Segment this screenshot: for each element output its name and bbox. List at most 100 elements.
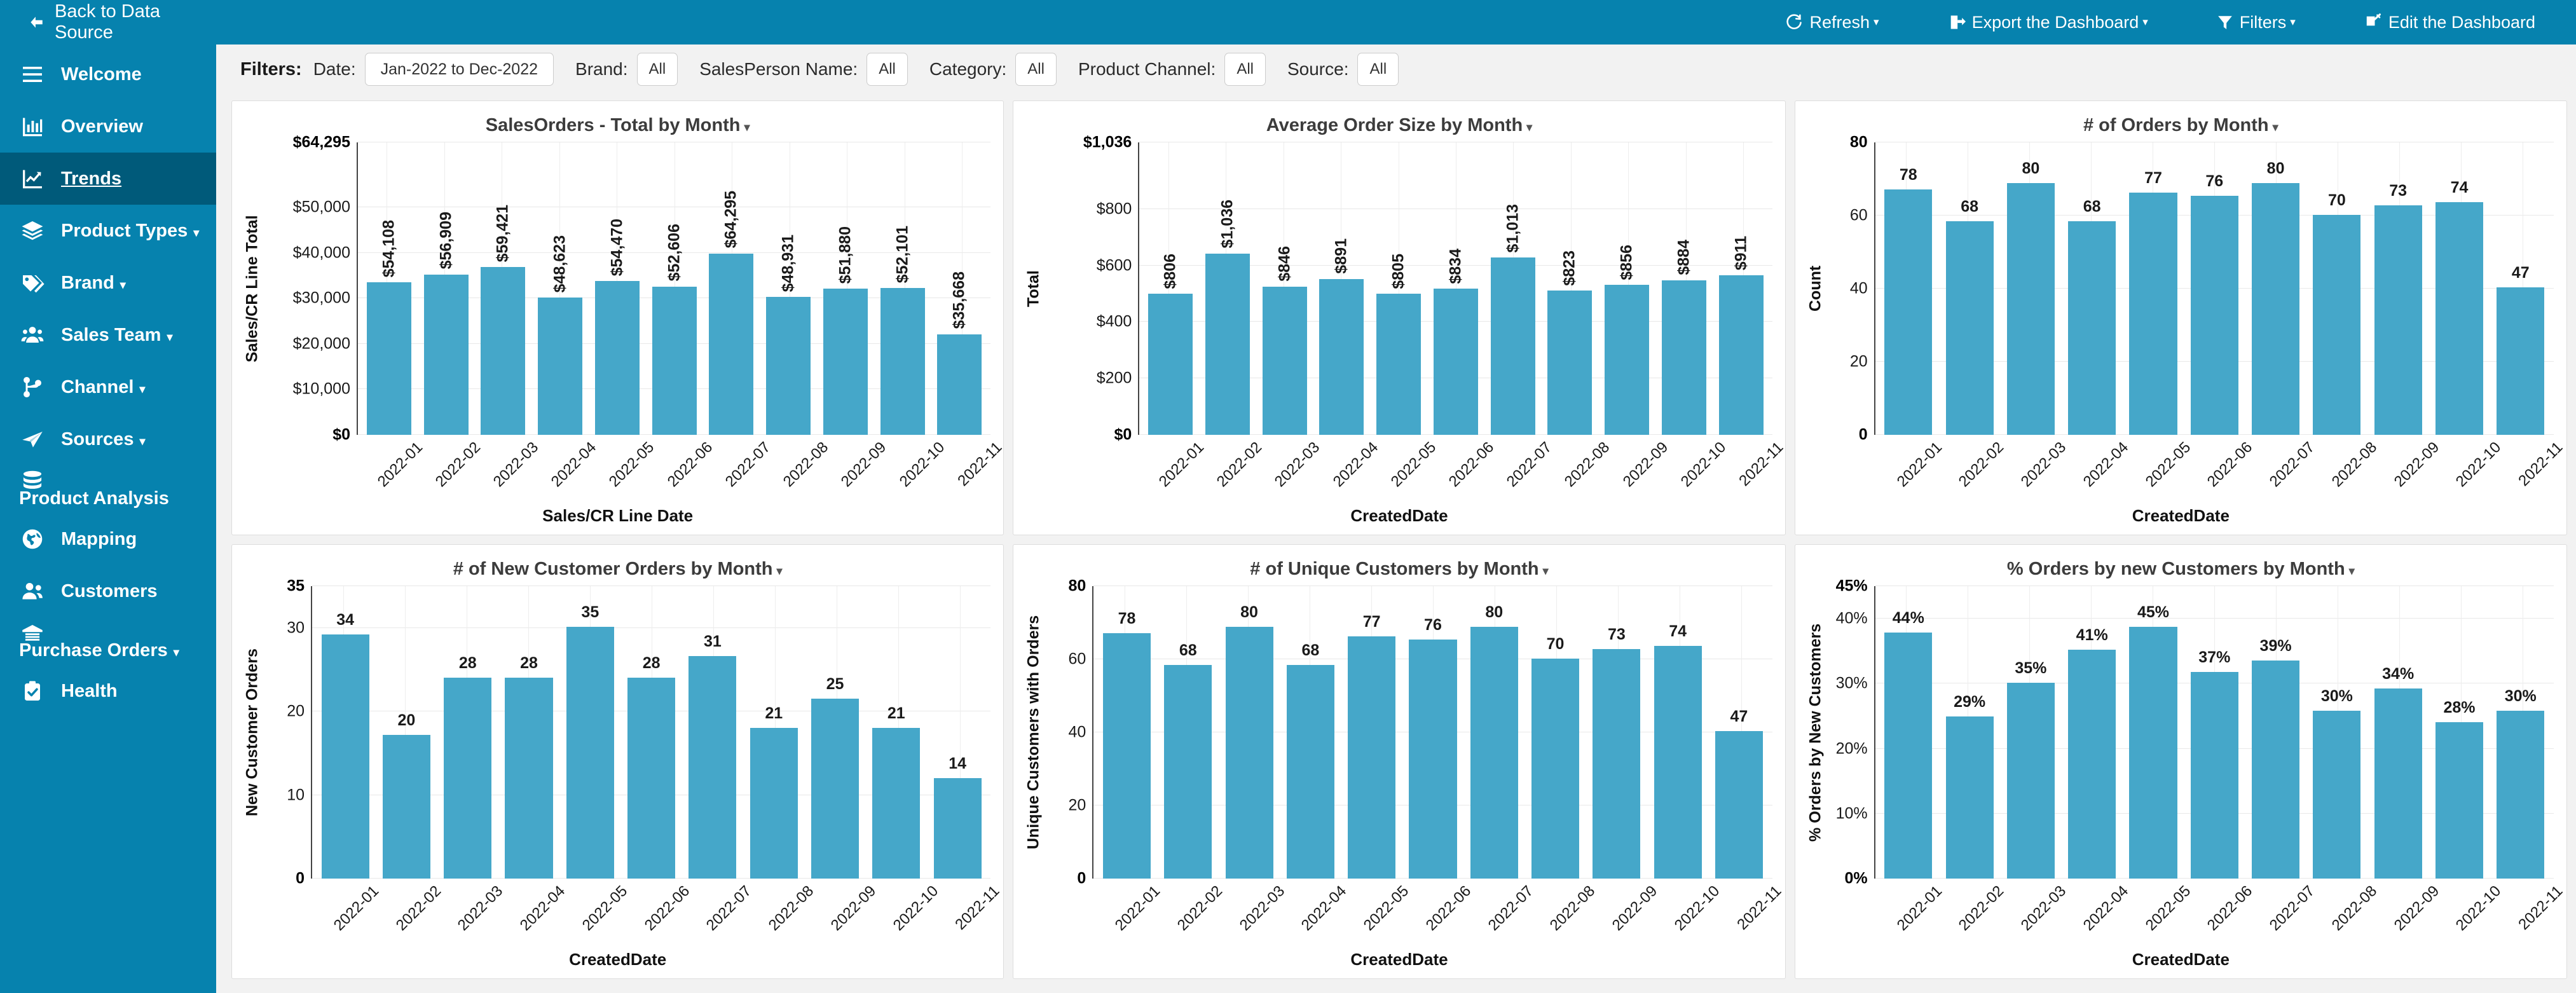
bar[interactable] [2435, 202, 2484, 435]
filter-value-salesperson-name[interactable]: All [867, 53, 908, 86]
bar[interactable] [1605, 285, 1650, 435]
bar-slot[interactable]: 21 [866, 586, 927, 879]
chart-title-percent-orders-by-new-customers-by-month[interactable]: % Orders by new Customers by Month ▾ [1802, 554, 2560, 582]
bar[interactable] [1319, 278, 1364, 435]
bar-slot[interactable]: $911 [1713, 142, 1770, 435]
bar[interactable] [709, 253, 754, 435]
bar-slot[interactable]: $834 [1427, 142, 1484, 435]
sidebar-item-trends[interactable]: Trends [0, 153, 216, 205]
bar-slot[interactable]: $64,295 [703, 142, 760, 435]
bar[interactable] [2252, 183, 2300, 435]
bar[interactable] [1348, 636, 1396, 879]
bar-slot[interactable]: $823 [1542, 142, 1599, 435]
bar[interactable] [2374, 205, 2422, 435]
bar-slot[interactable]: 78 [1096, 586, 1157, 879]
bar[interactable] [1205, 253, 1250, 435]
bar[interactable] [366, 282, 411, 435]
sidebar-item-sources[interactable]: Sources ▾ [0, 413, 216, 465]
bar[interactable] [1654, 646, 1702, 879]
bar[interactable] [1376, 294, 1422, 435]
bar-slot[interactable]: 41% [2062, 586, 2123, 879]
bar-slot[interactable]: 70 [1524, 586, 1586, 879]
bar-slot[interactable]: $54,470 [589, 142, 646, 435]
bar-slot[interactable]: 44% [1878, 586, 1939, 879]
filter-value-product-channel[interactable]: All [1224, 53, 1266, 86]
bar-slot[interactable]: 47 [2490, 142, 2551, 435]
filter-value-brand[interactable]: All [636, 53, 678, 86]
bar-slot[interactable]: 28 [437, 586, 498, 879]
bar-slot[interactable]: 70 [2306, 142, 2367, 435]
bar-slot[interactable]: $48,623 [531, 142, 589, 435]
bar-slot[interactable]: $856 [1598, 142, 1655, 435]
export-dashboard-button[interactable]: Export the Dashboard ▾ [1914, 13, 2182, 32]
bar-slot[interactable]: 76 [1402, 586, 1463, 879]
bar[interactable] [933, 777, 982, 879]
bar[interactable] [1433, 289, 1478, 435]
sidebar-item-channel[interactable]: Channel ▾ [0, 361, 216, 413]
bar[interactable] [1470, 627, 1518, 879]
bar-slot[interactable]: $59,421 [475, 142, 532, 435]
bar-slot[interactable]: 45% [2123, 586, 2184, 879]
bar-slot[interactable]: $56,909 [418, 142, 475, 435]
bar-slot[interactable]: 80 [2000, 142, 2061, 435]
bar-slot[interactable]: 28% [2429, 586, 2490, 879]
bar[interactable] [2435, 722, 2484, 879]
bar[interactable] [481, 267, 526, 435]
sidebar-item-customers[interactable]: Customers [0, 565, 216, 617]
sidebar-item-health[interactable]: Health [0, 665, 216, 717]
chart-title-sales-orders-total-by-month[interactable]: SalesOrders - Total by Month ▾ [238, 110, 997, 139]
bar[interactable] [1225, 627, 1273, 879]
bar[interactable] [1884, 189, 1933, 435]
bar-slot[interactable]: 35 [559, 586, 620, 879]
bar[interactable] [1286, 664, 1334, 879]
bar[interactable] [2252, 661, 2300, 879]
bar[interactable] [2497, 287, 2545, 435]
bar[interactable] [1547, 291, 1593, 435]
bar-slot[interactable]: 39% [2245, 586, 2306, 879]
bar[interactable] [872, 727, 921, 879]
bar-slot[interactable]: $1,013 [1484, 142, 1542, 435]
bar-slot[interactable]: $806 [1142, 142, 1199, 435]
bar-slot[interactable]: 68 [2062, 142, 2123, 435]
bar[interactable] [1531, 658, 1580, 879]
bar[interactable] [2313, 711, 2361, 879]
sidebar-item-overview[interactable]: Overview [0, 100, 216, 153]
bar-slot[interactable]: 34 [315, 586, 376, 879]
bar-slot[interactable]: $48,931 [760, 142, 817, 435]
filter-value-date[interactable]: Jan-2022 to Dec-2022 [364, 53, 554, 86]
bar[interactable] [689, 655, 737, 879]
chart-title-number-of-unique-customers-by-month[interactable]: # of Unique Customers by Month ▾ [1020, 554, 1778, 582]
bar-slot[interactable]: $884 [1655, 142, 1713, 435]
bar[interactable] [1884, 633, 1933, 879]
bar-slot[interactable]: 37% [2184, 586, 2245, 879]
bar[interactable] [2068, 221, 2116, 435]
sidebar-item-product-analysis[interactable]: Product Analysis [0, 465, 216, 513]
filter-value-source[interactable]: All [1357, 53, 1399, 86]
bar-slot[interactable]: 68 [1280, 586, 1341, 879]
bar-slot[interactable]: 25 [804, 586, 865, 879]
bar[interactable] [2190, 671, 2238, 879]
bar[interactable] [505, 677, 553, 879]
bar-slot[interactable]: 78 [1878, 142, 1939, 435]
bar-slot[interactable]: 35% [2000, 586, 2061, 879]
bar-slot[interactable]: 77 [2123, 142, 2184, 435]
bar-slot[interactable]: $846 [1256, 142, 1313, 435]
bar[interactable] [627, 677, 676, 879]
bar[interactable] [2068, 649, 2116, 879]
bar[interactable] [2006, 683, 2055, 879]
bar-slot[interactable]: $54,108 [360, 142, 418, 435]
bar-slot[interactable]: 77 [1341, 586, 1402, 879]
bar[interactable] [566, 627, 614, 879]
bar[interactable] [594, 281, 640, 435]
bar[interactable] [1718, 275, 1764, 435]
bar-slot[interactable]: 34% [2367, 586, 2429, 879]
bar[interactable] [1661, 280, 1706, 435]
sidebar-item-brand[interactable]: Brand ▾ [0, 257, 216, 309]
bar-slot[interactable]: $35,668 [931, 142, 989, 435]
bar[interactable] [2129, 627, 2177, 879]
bar[interactable] [382, 734, 430, 879]
bar-slot[interactable]: 73 [2367, 142, 2429, 435]
bar[interactable] [538, 298, 583, 435]
back-to-data-source-link[interactable]: Back to Data Source [0, 1, 216, 43]
bar-slot[interactable]: 68 [1939, 142, 2000, 435]
